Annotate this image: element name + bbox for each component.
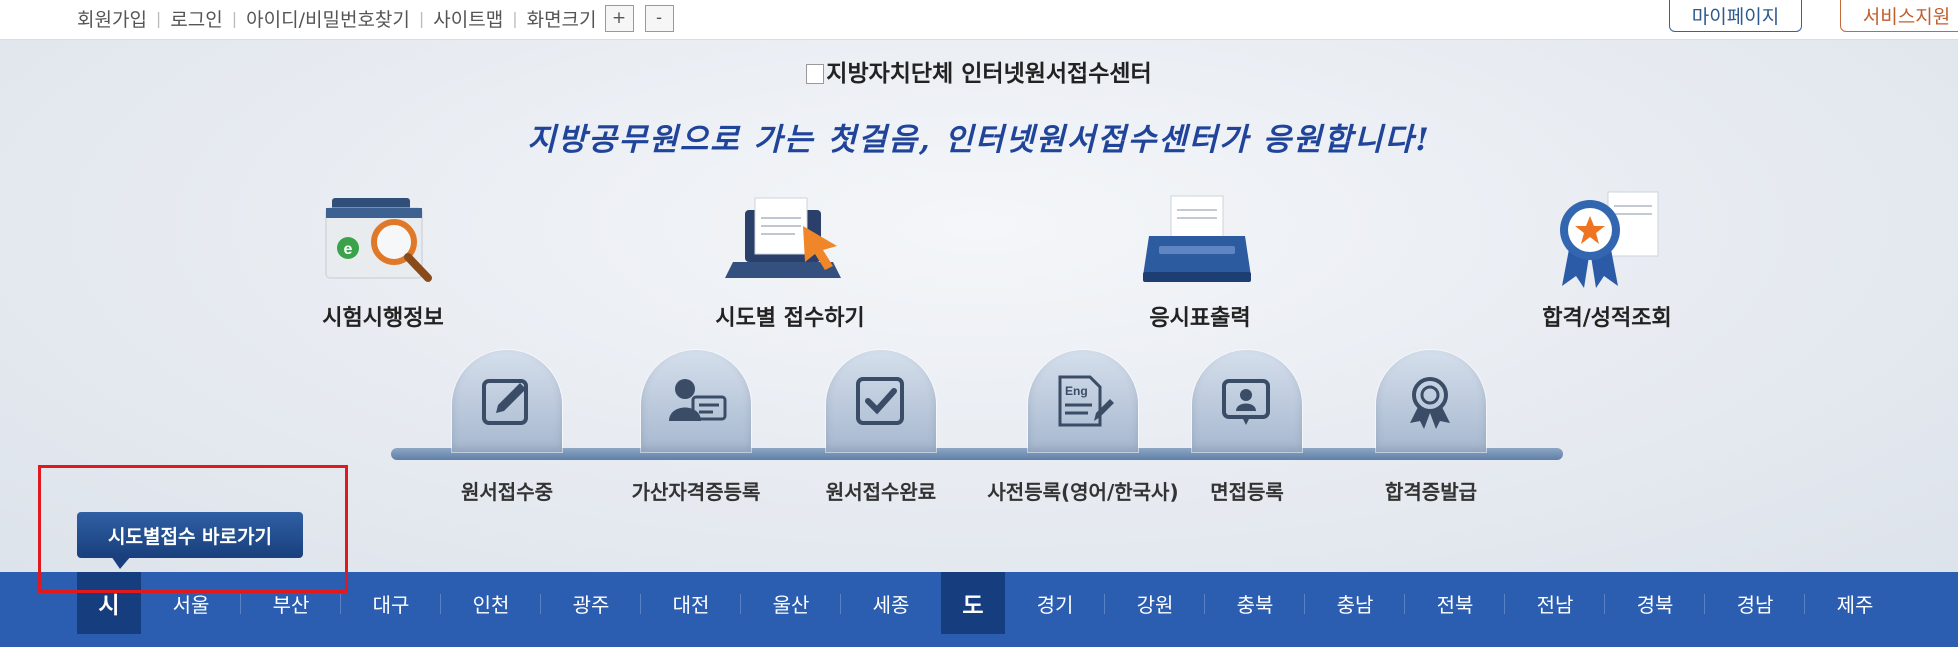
laptop-cursor-icon — [725, 197, 841, 278]
utility-links: 회원가입 | 로그인 | 아이디/비밀번호찾기 | 사이트맵 | 화면크기 + … — [77, 4, 674, 32]
step-dome — [1376, 350, 1486, 452]
award-ribbon-icon — [1560, 191, 1659, 288]
support-button[interactable]: 서비스지원 — [1840, 0, 1958, 32]
separator: | — [418, 8, 425, 28]
step-label: 가산자격증등록 — [631, 480, 761, 504]
screen-size-label: 화면크기 — [526, 8, 597, 31]
region-gwangju[interactable]: 광주 — [541, 572, 641, 634]
step-extra-certificate[interactable]: 가산자격증등록 — [596, 350, 796, 505]
logo-alt-text: 지방자치단체 인터넷원서접수센터 — [826, 61, 1152, 87]
feature-label: 시험시행정보 — [322, 306, 444, 331]
step-label: 원서접수완료 — [825, 480, 937, 504]
step-pass-certificate[interactable]: 합격증발급 — [1331, 350, 1531, 505]
region-header-do: 도 — [941, 572, 1005, 634]
step-application-complete[interactable]: 원서접수완료 — [781, 350, 981, 505]
region-sejong[interactable]: 세종 — [841, 572, 941, 634]
highlight-box — [38, 465, 348, 593]
region-jeonbuk[interactable]: 전북 — [1405, 572, 1505, 634]
slogan: 지방공무원으로 가는 첫걸음, 인터넷원서접수센터가 응원합니다! — [527, 122, 1431, 158]
top-utility-bar: 회원가입 | 로그인 | 아이디/비밀번호찾기 | 사이트맵 | 화면크기 + … — [0, 0, 1958, 40]
region-daejeon[interactable]: 대전 — [641, 572, 741, 634]
region-jeju[interactable]: 제주 — [1805, 572, 1905, 634]
separator: | — [155, 8, 162, 28]
step-applying[interactable]: 원서접수중 — [407, 350, 607, 505]
folder-magnifier-icon: e — [325, 198, 432, 282]
rosette-icon — [1410, 377, 1450, 429]
step-dome — [641, 350, 751, 452]
separator: | — [512, 8, 518, 28]
feature-exam-info[interactable]: e 시험시행정보 — [263, 190, 503, 332]
printer-icon — [1143, 195, 1251, 282]
step-dome — [826, 350, 936, 452]
checkbox-icon — [856, 377, 904, 425]
login-link[interactable]: 로그인 — [170, 5, 222, 32]
region-daegu[interactable]: 대구 — [341, 572, 441, 634]
region-gyeonggi[interactable]: 경기 — [1005, 572, 1105, 634]
feature-label: 응시표출력 — [1149, 306, 1251, 331]
step-label: 면접등록 — [1210, 480, 1284, 504]
step-label: 합격증발급 — [1385, 480, 1477, 504]
region-jeonnam[interactable]: 전남 — [1505, 572, 1605, 634]
region-gyeongbuk[interactable]: 경북 — [1605, 572, 1705, 634]
separator: | — [231, 8, 238, 28]
feature-admission-ticket[interactable]: 응시표출력 — [1080, 190, 1320, 332]
broken-image-icon — [806, 64, 825, 84]
signup-link[interactable]: 회원가입 — [77, 5, 147, 32]
find-account-link[interactable]: 아이디/비밀번호찾기 — [246, 5, 410, 32]
person-badge-icon — [1222, 379, 1270, 425]
zoom-in-button[interactable]: + — [604, 4, 634, 32]
pencil-icon — [482, 379, 528, 425]
feature-label: 합격/성적조회 — [1542, 306, 1672, 331]
region-gangwon[interactable]: 강원 — [1105, 572, 1205, 634]
step-dome — [452, 350, 562, 452]
site-logo[interactable]: 지방자치단체 인터넷원서접수센터 — [0, 54, 1958, 88]
region-chungbuk[interactable]: 충북 — [1205, 572, 1305, 634]
step-dome: Eng — [1028, 350, 1138, 452]
step-interview-registration[interactable]: 면접등록 — [1147, 350, 1347, 505]
feature-regional-apply[interactable]: 시도별 접수하기 — [670, 190, 910, 332]
region-ulsan[interactable]: 울산 — [741, 572, 841, 634]
mypage-button[interactable]: 마이페이지 — [1669, 0, 1802, 32]
feature-result-lookup[interactable]: 합격/성적조회 — [1487, 190, 1727, 332]
zoom-out-button[interactable]: - — [644, 4, 674, 32]
sitemap-link[interactable]: 사이트맵 — [433, 5, 503, 32]
eng-document-icon: Eng — [1058, 375, 1114, 427]
region-incheon[interactable]: 인천 — [441, 572, 541, 634]
feature-label: 시도별 접수하기 — [715, 306, 865, 331]
region-chungnam[interactable]: 충남 — [1305, 572, 1405, 634]
id-card-icon — [669, 379, 727, 421]
region-gyeongnam[interactable]: 경남 — [1705, 572, 1805, 634]
svg-text:Eng: Eng — [1065, 384, 1088, 398]
step-label: 원서접수중 — [461, 480, 553, 504]
step-dome — [1192, 350, 1302, 452]
svg-text:e: e — [344, 241, 353, 258]
